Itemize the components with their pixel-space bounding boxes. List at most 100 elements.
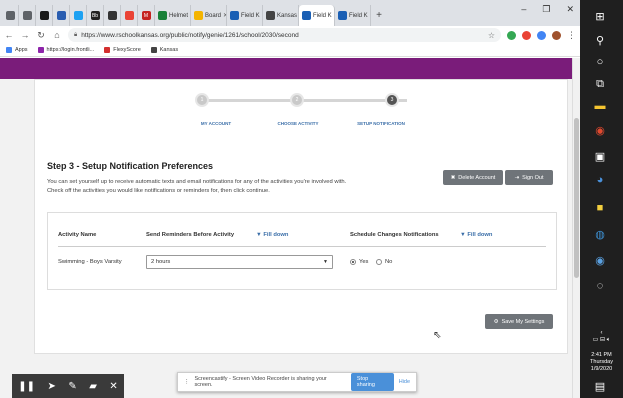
- field-icon: [338, 11, 347, 20]
- maximize-icon[interactable]: ❐: [542, 4, 550, 15]
- drag-handle-icon[interactable]: ⋮: [184, 379, 190, 385]
- chrome-icon: [22, 11, 32, 20]
- browser-tab[interactable]: [70, 5, 87, 26]
- minimize-icon[interactable]: –: [521, 4, 526, 15]
- browser-tab[interactable]: [36, 5, 53, 26]
- radio-unselected-icon: [376, 259, 382, 265]
- fill-down-reminders-link[interactable]: ▼ Fill down: [256, 232, 288, 238]
- tab-title: Field K: [241, 12, 260, 19]
- extension-icon[interactable]: [537, 30, 546, 40]
- sign-out-icon: ⇥: [514, 174, 520, 181]
- browser-tab[interactable]: M: [138, 5, 155, 26]
- url-text: https://www.rschoolkansas.org/public/not…: [81, 31, 299, 39]
- stop-sharing-button[interactable]: Stop sharing: [350, 373, 394, 391]
- address-bar[interactable]: 🔒︎ https://www.rschoolkansas.org/public/…: [68, 28, 501, 42]
- app-icon[interactable]: ◌: [592, 278, 608, 294]
- radio-selected-icon: [350, 259, 356, 265]
- page-scrollbar[interactable]: [572, 58, 580, 398]
- browser-tab[interactable]: [19, 5, 36, 26]
- field-icon: [230, 11, 239, 20]
- schedule-no-radio[interactable]: No: [376, 259, 392, 265]
- windows-start-icon[interactable]: ⊞: [592, 8, 608, 24]
- browser-tab[interactable]: [2, 5, 19, 26]
- sticky-notes-icon[interactable]: ■: [592, 200, 608, 216]
- forward-icon[interactable]: →: [20, 30, 30, 40]
- chrome-taskbar-icon[interactable]: ◉: [592, 122, 608, 138]
- app-icon[interactable]: ◍: [592, 226, 608, 242]
- app-icon[interactable]: ◕: [592, 172, 608, 188]
- save-settings-button[interactable]: ⚙ Save My Settings: [485, 314, 553, 329]
- browser-tab[interactable]: [121, 5, 138, 26]
- fill-down-schedule-link[interactable]: ▼ Fill down: [460, 232, 492, 238]
- browser-tab[interactable]: Field K✕: [227, 5, 263, 26]
- extension-icon[interactable]: [522, 30, 531, 40]
- cortana-icon[interactable]: ○: [592, 54, 608, 70]
- close-icon: ✖: [450, 174, 456, 181]
- gmail-icon: M: [141, 11, 151, 20]
- pen-icon[interactable]: ✎: [68, 381, 76, 392]
- delete-account-button[interactable]: ✖ Delete Account: [443, 170, 503, 185]
- file-explorer-icon[interactable]: ▬: [592, 98, 608, 114]
- sign-out-button[interactable]: ⇥ Sign Out: [505, 170, 553, 185]
- pointer-icon[interactable]: ➤: [47, 381, 55, 392]
- browser-tab[interactable]: [53, 5, 70, 26]
- slides-icon: [194, 11, 203, 20]
- browser-tab[interactable]: Field K✕: [335, 5, 371, 26]
- profile-avatar[interactable]: [552, 30, 561, 40]
- browser-window: BbM Helmet✕Board✕Field K✕Kansas✕Field K✕…: [0, 0, 580, 398]
- extension-icon[interactable]: [507, 30, 516, 40]
- kansas-icon: [266, 11, 275, 20]
- step-1-indicator: 1: [195, 93, 209, 107]
- browser-tab[interactable]: Helmet✕: [155, 5, 191, 26]
- bookmark-label: Kansas: [159, 47, 179, 53]
- tab-title: Field K: [349, 12, 368, 19]
- hide-link[interactable]: Hide: [399, 379, 410, 385]
- screencastify-toolbar: ❚❚ ➤ ✎ ▰ ✕: [12, 374, 124, 398]
- bookmark-item[interactable]: https://login.frontli...: [37, 47, 95, 53]
- bookmark-icon: [37, 47, 44, 53]
- mouse-cursor-icon: ⇖: [433, 330, 442, 341]
- tab-title: Board: [205, 12, 222, 19]
- search-icon[interactable]: ⚲: [592, 32, 608, 48]
- app-icon[interactable]: ◉: [592, 252, 608, 268]
- bookmark-icon: [150, 47, 157, 53]
- bookmarks-bar: Apps https://login.frontli... FlexyScore Ka…: [0, 44, 580, 57]
- store-icon[interactable]: ▣: [592, 148, 608, 164]
- notification-table: Activity Name Send Reminders Before Acti…: [47, 212, 557, 290]
- home-icon[interactable]: ⌂: [52, 30, 62, 40]
- new-tab-button[interactable]: +: [371, 5, 387, 26]
- chevron-down-icon: ▼: [323, 259, 328, 265]
- google-icon: [124, 11, 134, 20]
- reminder-select[interactable]: 2 hours ▼: [146, 255, 333, 269]
- bookmark-star-icon[interactable]: ☆: [488, 31, 495, 40]
- browser-tab[interactable]: Kansas✕: [263, 5, 299, 26]
- system-tray[interactable]: ‹ ▭ ⊟ 🔈︎: [580, 330, 623, 344]
- browser-tab[interactable]: Bb: [87, 5, 104, 26]
- browser-toolbar: ← → ↻ ⌂ 🔒︎ https://www.rschoolkansas.org…: [0, 26, 580, 44]
- schedule-yes-radio[interactable]: Yes: [350, 259, 368, 265]
- bookmark-item[interactable]: Kansas: [150, 47, 179, 53]
- bookmark-label: FlexyScore: [113, 47, 141, 53]
- browser-tab[interactable]: Field K✕: [299, 5, 335, 26]
- pause-icon[interactable]: ❚❚: [18, 381, 35, 392]
- highlighter-icon[interactable]: ▰: [89, 381, 97, 392]
- col-activity-name: Activity Name: [58, 232, 97, 238]
- bookmark-label: https://login.frontli...: [46, 47, 95, 53]
- browser-tab[interactable]: [104, 5, 121, 26]
- reload-icon[interactable]: ↻: [36, 30, 46, 41]
- menu-icon[interactable]: ⋮: [567, 30, 576, 41]
- sheets-icon: [158, 11, 167, 20]
- tab-title: Helmet: [169, 12, 189, 19]
- task-view-icon[interactable]: ⧉: [592, 76, 608, 92]
- close-window-icon[interactable]: ✕: [566, 4, 574, 15]
- close-icon[interactable]: ✕: [109, 381, 117, 392]
- notification-icon[interactable]: ▤: [592, 378, 608, 394]
- bookmark-icon: [104, 47, 111, 53]
- back-icon[interactable]: ←: [4, 30, 14, 40]
- progress-steps: 1 2 3: [195, 92, 411, 107]
- bookmark-item[interactable]: FlexyScore: [104, 47, 141, 53]
- bookmark-item[interactable]: Apps: [6, 47, 28, 53]
- gear-icon: ⚙: [493, 318, 499, 325]
- clock[interactable]: 2:41 PM Thursday 1/9/2020: [580, 352, 623, 373]
- browser-tab[interactable]: Board✕: [191, 5, 227, 26]
